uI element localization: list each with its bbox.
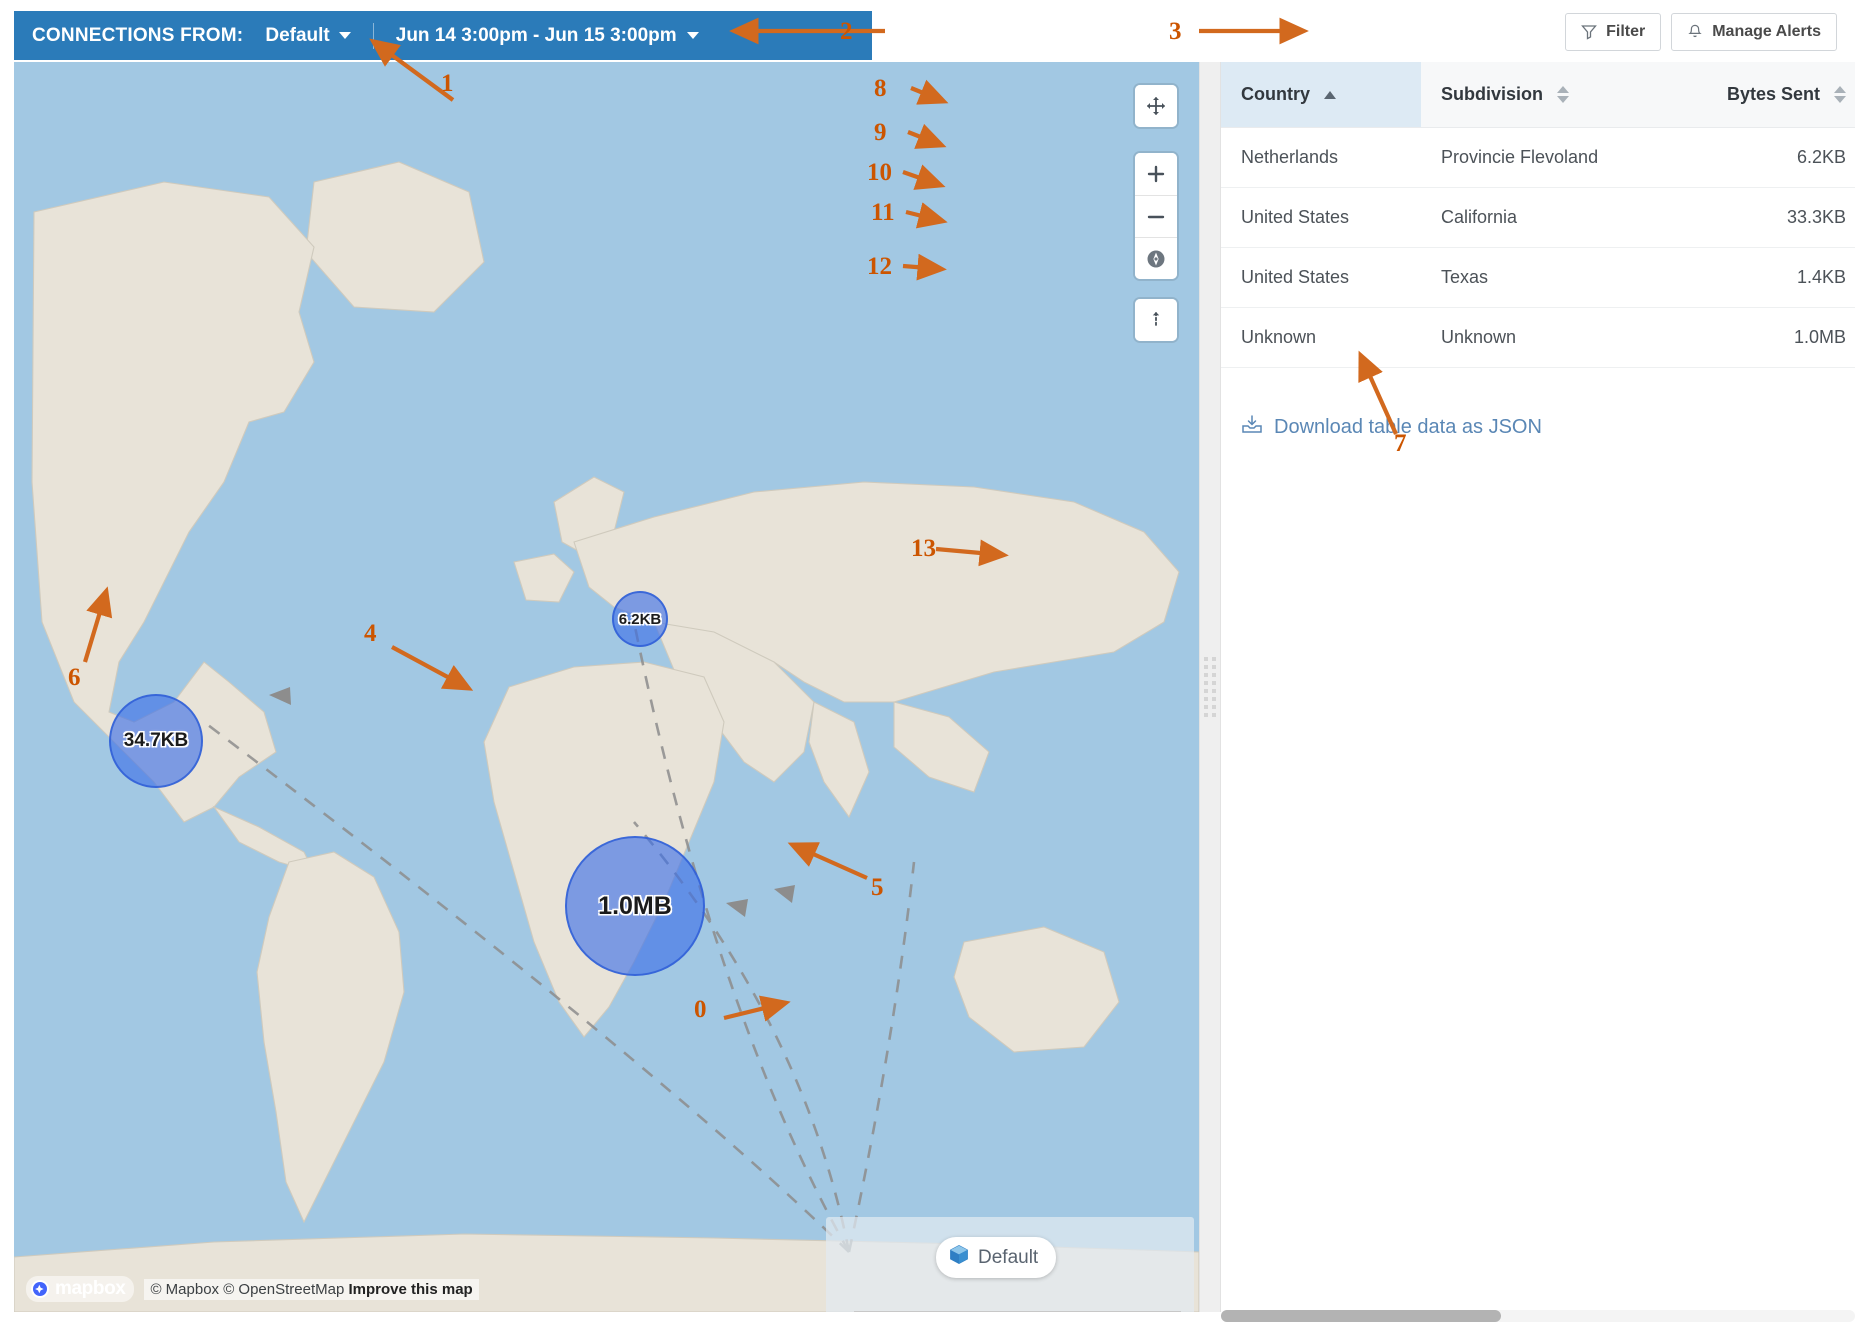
filter-icon (1581, 24, 1597, 40)
map-bubble-label: 6.2KB (618, 610, 662, 628)
annotation-11: 11 (871, 199, 895, 226)
mapbox-mark-icon (31, 1280, 49, 1298)
annotation-8: 8 (874, 75, 887, 102)
cell-bytes-sent: 6.2KB (1686, 127, 1855, 188)
map-bubble-unknown[interactable]: 1.0MB (565, 836, 705, 976)
map-bubble-flevoland[interactable]: 6.2KB (612, 591, 668, 647)
zoom-in-icon[interactable] (1135, 153, 1177, 195)
cell-subdivision: California (1421, 187, 1686, 248)
column-header-country[interactable]: Country (1221, 62, 1421, 128)
sort-both-icon (1557, 86, 1570, 103)
zoom-out-icon[interactable] (1135, 195, 1177, 237)
annotation-3: 3 (1169, 18, 1182, 45)
geolocate-icon[interactable] (1135, 299, 1177, 341)
table-row[interactable]: Netherlands Provincie Flevoland 6.2KB (1221, 127, 1855, 188)
download-json-label: Download table data as JSON (1274, 415, 1542, 438)
compass-icon[interactable] (1135, 237, 1177, 279)
download-icon (1241, 414, 1263, 440)
map-bubble-label: 34.7KB (123, 730, 189, 751)
annotation-13: 13 (911, 535, 936, 562)
annotation-12: 12 (867, 253, 892, 280)
annotation-0: 0 (694, 996, 707, 1023)
map-canvas (14, 62, 1199, 1312)
cell-subdivision: Unknown (1421, 307, 1686, 368)
download-json-link[interactable]: Download table data as JSON (1241, 414, 1542, 440)
table-horizontal-scrollbar[interactable] (1221, 1310, 1855, 1322)
map-legend: Bytes Sent Bytes Received (854, 1311, 1181, 1312)
map-attribution: mapbox © Mapbox © OpenStreetMap Improve … (26, 1276, 479, 1302)
manage-alerts-button-label: Manage Alerts (1712, 23, 1821, 40)
fullscreen-icon[interactable] (1135, 85, 1177, 127)
cube-icon (949, 1244, 969, 1271)
annotation-9: 9 (874, 119, 887, 146)
cell-bytes-sent: 1.0MB (1686, 307, 1855, 368)
annotation-7: 7 (1394, 430, 1407, 457)
bell-icon (1687, 24, 1703, 41)
improve-map-link[interactable]: Improve this map (349, 1281, 473, 1298)
cell-bytes-sent: 1.4KB (1686, 247, 1855, 308)
map-zoom-controls (1135, 153, 1177, 279)
world-map[interactable]: 34.7KB 6.2KB 1.0MB Bytes Sent Bytes Rece… (14, 62, 1199, 1312)
table-body: Netherlands Provincie Flevoland 6.2KB Un… (1221, 127, 1855, 368)
connections-map-page: CONNECTIONS FROM: Default Jun 14 3:00pm … (0, 0, 1855, 1336)
map-fullscreen-control[interactable] (1135, 85, 1177, 127)
column-header-subdivision[interactable]: Subdivision (1421, 62, 1686, 128)
source-dropdown-value: Default (265, 24, 330, 46)
date-range-value: Jun 14 3:00pm - Jun 15 3:00pm (395, 24, 677, 46)
map-bubble-california[interactable]: 34.7KB (109, 694, 203, 788)
connections-table: Country Subdivision Bytes Sent Netherlan… (1221, 62, 1855, 368)
column-header-label: Country (1241, 84, 1310, 104)
panel-resize-divider[interactable] (1199, 62, 1221, 1312)
map-attribution-text: © Mapbox © OpenStreetMap Improve this ma… (144, 1278, 479, 1300)
cluster-chip-default[interactable]: Default (936, 1237, 1057, 1278)
annotation-4: 4 (364, 620, 377, 647)
legend-item-bytes-sent[interactable]: Bytes Sent (854, 1311, 999, 1312)
mapbox-logo[interactable]: mapbox (26, 1276, 135, 1302)
table-row[interactable]: Unknown Unknown 1.0MB (1221, 307, 1855, 368)
annotation-2: 2 (840, 18, 853, 45)
annotation-10: 10 (867, 159, 892, 186)
cell-subdivision: Texas (1421, 247, 1686, 308)
manage-alerts-button[interactable]: Manage Alerts (1671, 13, 1837, 51)
cell-country: Unknown (1221, 307, 1421, 368)
connections-toolbar: CONNECTIONS FROM: Default Jun 14 3:00pm … (14, 11, 872, 60)
cell-bytes-sent: 33.3KB (1686, 187, 1855, 248)
table-header: Country Subdivision Bytes Sent (1221, 62, 1855, 128)
annotation-6: 6 (68, 664, 81, 691)
resize-grip-handle[interactable] (1204, 657, 1216, 717)
column-header-bytes-sent[interactable]: Bytes Sent (1686, 62, 1855, 128)
mapbox-logo-text: mapbox (55, 1278, 126, 1299)
sort-ascending-icon (1324, 90, 1336, 99)
cell-country: United States (1221, 187, 1421, 248)
map-geolocate-control[interactable] (1135, 299, 1177, 341)
filter-button-label: Filter (1606, 23, 1646, 40)
scrollbar-thumb[interactable] (1221, 1310, 1501, 1322)
map-bubble-label: 1.0MB (598, 891, 672, 920)
toolbar-actions: Filter Manage Alerts (1565, 13, 1837, 51)
chevron-down-icon (686, 32, 699, 39)
date-range-dropdown[interactable]: Jun 14 3:00pm - Jun 15 3:00pm (396, 25, 699, 47)
annotation-1: 1 (441, 70, 454, 97)
map-copyright: © Mapbox © OpenStreetMap (150, 1280, 345, 1298)
column-header-label: Bytes Sent (1726, 84, 1820, 104)
sort-both-icon (1834, 86, 1846, 103)
legend-item-bytes-received[interactable]: Bytes Received (998, 1311, 1181, 1312)
cell-country: Netherlands (1221, 127, 1421, 188)
table-row[interactable]: United States Texas 1.4KB (1221, 247, 1855, 308)
toolbar-title: CONNECTIONS FROM: (32, 24, 244, 46)
cluster-chip-label: Default (978, 1246, 1039, 1268)
table-header-row: Country Subdivision Bytes Sent (1221, 62, 1855, 128)
filter-button[interactable]: Filter (1565, 13, 1662, 51)
annotation-5: 5 (871, 874, 884, 901)
cell-subdivision: Provincie Flevoland (1421, 127, 1686, 188)
chevron-down-icon (338, 32, 351, 39)
connections-table-panel[interactable]: Country Subdivision Bytes Sent Netherlan… (1221, 62, 1855, 1312)
cell-country: United States (1221, 247, 1421, 308)
column-header-label: Subdivision (1441, 84, 1544, 104)
table-row[interactable]: United States California 33.3KB (1221, 187, 1855, 248)
source-dropdown[interactable]: Default (265, 24, 351, 47)
toolbar-divider (372, 22, 374, 49)
